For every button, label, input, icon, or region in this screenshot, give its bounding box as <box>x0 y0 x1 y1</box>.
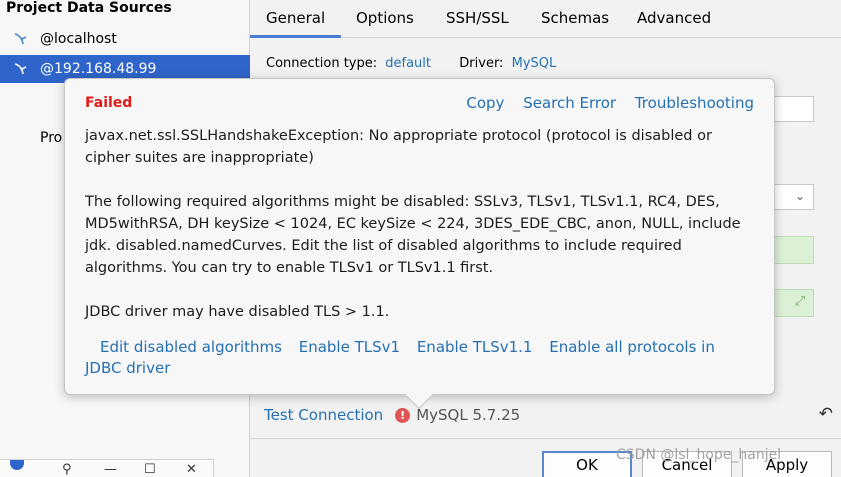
test-connection-link[interactable]: Test Connection <box>264 406 383 424</box>
fix-links: Edit disabled algorithms Enable TLSv1 En… <box>85 337 755 379</box>
db-version: MySQL 5.7.25 <box>416 406 521 424</box>
panel-title: Project Data Sources <box>6 0 172 16</box>
reset-icon[interactable]: ↶ <box>819 404 833 424</box>
mysql-dolphin-icon <box>12 61 30 77</box>
tab-ssh-ssl[interactable]: SSH/SSL <box>430 0 525 38</box>
tab-general[interactable]: General <box>250 0 342 38</box>
expand-icon[interactable]: ⤢ <box>795 294 805 309</box>
password-field[interactable]: ⤢ <box>770 289 814 317</box>
edit-disabled-algorithms-link[interactable]: Edit disabled algorithms <box>100 338 282 356</box>
driver-link[interactable]: MySQL <box>512 56 557 71</box>
pin-icon[interactable]: ⚲ <box>62 462 72 477</box>
close-icon[interactable]: ✕ <box>186 462 197 477</box>
error-message: javax.net.ssl.SSLHandshakeException: No … <box>85 125 761 345</box>
failed-status: Failed <box>85 95 133 111</box>
minimized-window: ⚲ — ☐ ✕ <box>0 459 214 477</box>
test-connection-row: Test Connection ! MySQL 5.7.25 <box>264 406 520 424</box>
popup-actions: Copy Search Error Troubleshooting <box>452 94 754 112</box>
data-source-label: @localhost <box>40 31 117 47</box>
auth-select[interactable]: ⌄ <box>770 184 814 210</box>
connection-error-popup: Failed Copy Search Error Troubleshooting… <box>64 78 775 410</box>
data-source-label: @192.168.48.99 <box>40 61 157 77</box>
tab-schemas[interactable]: Schemas <box>525 0 625 38</box>
maximize-icon[interactable]: ☐ <box>144 462 156 477</box>
minimize-icon[interactable]: — <box>104 462 117 477</box>
connection-info-row: Connection type: default Driver: MySQL <box>266 56 556 71</box>
tab-options[interactable]: Options <box>340 0 430 38</box>
enable-tlsv1-1-link[interactable]: Enable TLSv1.1 <box>417 338 533 356</box>
error-icon[interactable]: ! <box>395 407 411 423</box>
data-source-localhost[interactable]: @localhost <box>0 25 250 53</box>
watermark: CSDN @lsl_hope_hanjel <box>616 447 782 463</box>
partial-label: Pro <box>40 130 63 146</box>
enable-tlsv1-link[interactable]: Enable TLSv1 <box>299 338 400 356</box>
connection-type-label: Connection type: <box>266 56 378 71</box>
host-field[interactable] <box>770 96 814 122</box>
settings-tabs: General Options SSH/SSL Schemas Advanced <box>250 0 841 38</box>
troubleshooting-link[interactable]: Troubleshooting <box>635 94 754 112</box>
tab-advanced[interactable]: Advanced <box>621 0 727 38</box>
error-jdbc-note: JDBC driver may have disabled TLS > 1.1. <box>85 304 390 320</box>
window-badge-icon <box>10 460 24 470</box>
error-algorithms: The following required algorithms might … <box>85 194 741 276</box>
chevron-down-icon: ⌄ <box>794 189 805 203</box>
error-exception: javax.net.ssl.SSLHandshakeException: No … <box>85 128 712 166</box>
mysql-dolphin-icon <box>12 31 30 47</box>
user-field[interactable] <box>770 236 814 264</box>
connection-type-link[interactable]: default <box>385 56 431 71</box>
search-error-link[interactable]: Search Error <box>523 94 616 112</box>
driver-label: Driver: <box>459 56 504 71</box>
copy-link[interactable]: Copy <box>466 94 504 112</box>
